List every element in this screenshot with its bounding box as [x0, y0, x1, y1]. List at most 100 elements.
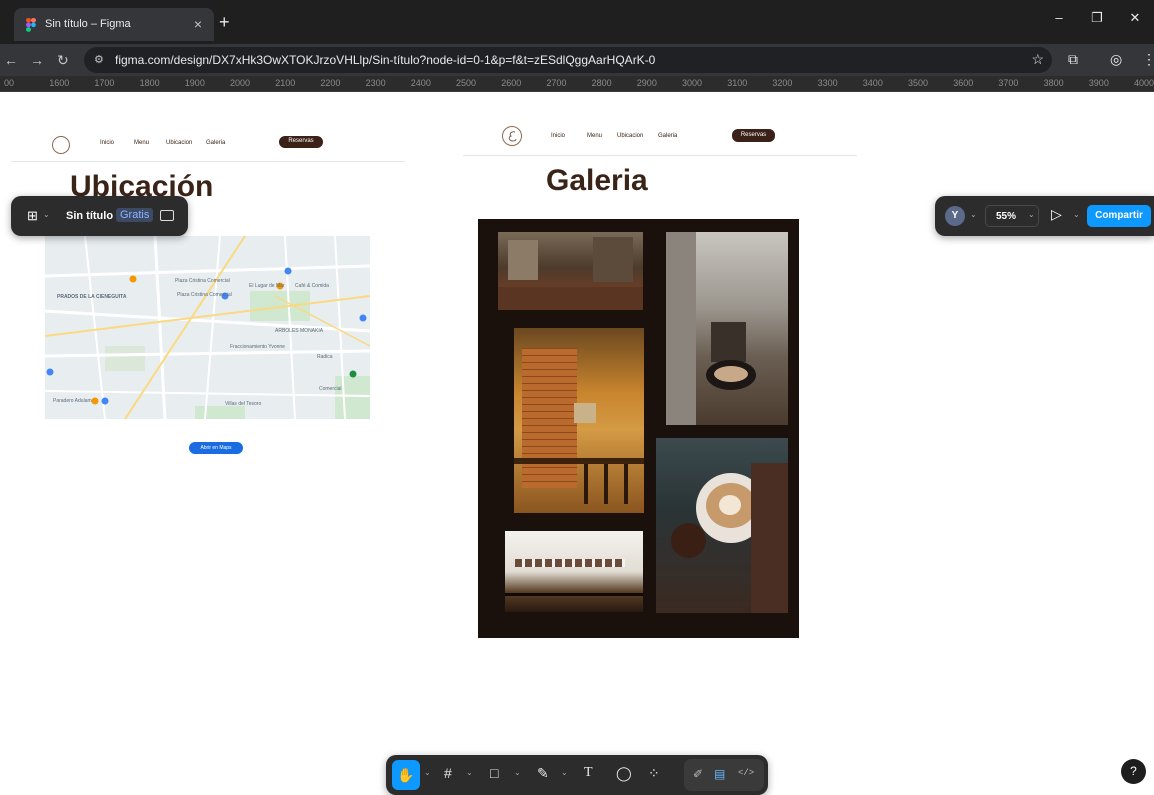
ruler-mark: 3800 — [1043, 78, 1064, 88]
ruler-mark: 3600 — [953, 78, 974, 88]
frame2-divider — [463, 155, 857, 156]
cafe-logo — [502, 126, 522, 146]
ruler-mark: 00 — [4, 78, 15, 88]
reload-icon[interactable]: ↻ — [57, 52, 69, 69]
reservas-button[interactable]: Reservas — [732, 129, 775, 142]
chevron-down-icon[interactable]: ⌄ — [970, 210, 977, 219]
map-label: Café & Comida — [295, 283, 329, 289]
hand-icon[interactable]: ✋ — [392, 760, 420, 790]
nav-galeria[interactable]: Galeria — [658, 133, 677, 139]
ruler-mark: 2200 — [320, 78, 341, 88]
page-title: Galeria — [546, 164, 648, 197]
close-icon[interactable]: × — [194, 16, 202, 32]
code-icon[interactable]: </> — [738, 768, 754, 778]
main-menu-icon[interactable]: ⊞ — [27, 208, 38, 224]
sidebar-toggle-icon[interactable] — [160, 210, 174, 221]
pen-icon[interactable]: ✎ — [537, 765, 549, 782]
ruler-mark: 3000 — [682, 78, 703, 88]
ruler-mark: 2300 — [365, 78, 386, 88]
browser-tab[interactable]: Sin título – Figma × — [14, 8, 214, 41]
components-icon[interactable]: ⁘ — [648, 765, 660, 782]
profile-icon[interactable]: ◎ — [1110, 51, 1122, 68]
ruler-mark: 1700 — [94, 78, 115, 88]
ruler-mark: 2900 — [636, 78, 657, 88]
gallery-photo-coffee[interactable] — [666, 232, 788, 425]
share-panel: Y ⌄ 55% ⌄ ▷ ⌄ Compartir — [935, 196, 1154, 236]
site-settings-icon[interactable]: ⚙ — [94, 53, 104, 66]
reservas-button[interactable]: Reservas — [279, 136, 323, 148]
zoom-select[interactable]: 55% ⌄ — [985, 205, 1039, 227]
figma-icon — [26, 18, 36, 32]
map-label: Villas del Tesoro — [225, 401, 262, 407]
file-name[interactable]: Sin título — [66, 210, 113, 222]
map-label: El Lugar de Mar — [249, 283, 285, 289]
avatar[interactable]: Y — [945, 206, 965, 226]
present-play-icon[interactable]: ▷ — [1051, 206, 1062, 223]
restore-button[interactable]: ❐ — [1078, 10, 1116, 26]
chevron-down-icon: ⌄ — [1028, 210, 1035, 219]
ruler-mark: 1800 — [139, 78, 160, 88]
browser-tab-bar: Sin título – Figma × + – ❐ ✕ — [0, 0, 1154, 44]
chevron-down-icon[interactable]: ⌄ — [43, 210, 50, 219]
extensions-icon[interactable]: ⧉ — [1068, 51, 1078, 68]
text-icon[interactable]: T — [584, 765, 593, 781]
nav-ubicacion[interactable]: Ubicacion — [617, 133, 643, 139]
rectangle-icon[interactable]: □ — [490, 765, 498, 781]
help-button[interactable]: ? — [1121, 759, 1146, 784]
map-label: Plaza Cristina Comercial — [175, 278, 230, 284]
ruler-mark: 3900 — [1088, 78, 1109, 88]
draw-icon[interactable]: ✐ — [693, 767, 703, 781]
ruler-mark: 3300 — [817, 78, 838, 88]
close-window-button[interactable]: ✕ — [1116, 10, 1154, 26]
gallery-photo-interior[interactable] — [498, 232, 643, 310]
ruler-mark: 3700 — [998, 78, 1019, 88]
nav-inicio[interactable]: Inicio — [100, 140, 114, 146]
ruler-mark: 1600 — [49, 78, 70, 88]
new-tab-button[interactable]: + — [219, 12, 230, 33]
ruler-mark: 2000 — [230, 78, 251, 88]
bookmark-star-icon[interactable]: ☆ — [1031, 51, 1044, 68]
gallery-photo-counter[interactable] — [505, 531, 643, 612]
map-label: Fraccionamiento Yvonne — [230, 344, 285, 350]
nav-ubicacion[interactable]: Ubicacion — [166, 140, 192, 146]
tab-title: Sin título – Figma — [45, 18, 131, 30]
gallery-photo-latte[interactable] — [656, 438, 788, 613]
chevron-down-icon[interactable]: ⌄ — [514, 768, 521, 777]
open-in-maps-button[interactable]: Abrir en Maps — [189, 442, 243, 454]
forward-icon[interactable]: → — [30, 52, 44, 68]
menu-kebab-icon[interactable]: ⋮ — [1142, 51, 1154, 68]
chevron-down-icon[interactable]: ⌄ — [1073, 210, 1080, 219]
photo-gallery — [478, 219, 799, 638]
file-panel: ⊞ ⌄ Sin título Gratis — [11, 196, 188, 236]
dev-mode-icon[interactable]: ▤ — [714, 767, 725, 781]
mode-switcher: ✐ ▤ </> — [684, 759, 764, 791]
gallery-photo-bar[interactable] — [514, 328, 644, 513]
nav-menu[interactable]: Menu — [134, 140, 149, 146]
url-text: figma.com/design/DX7xHk3OwXTOKJrzoVHLlp/… — [115, 53, 656, 67]
frame-icon[interactable]: # — [444, 765, 452, 781]
map-label: Paradero Adulam — [53, 398, 92, 404]
share-button[interactable]: Compartir — [1087, 205, 1151, 227]
frame1-divider — [11, 161, 405, 162]
chevron-down-icon[interactable]: ⌄ — [561, 768, 568, 777]
cafe-logo — [52, 136, 70, 154]
chevron-down-icon[interactable]: ⌄ — [424, 768, 431, 777]
ruler-mark: 2800 — [591, 78, 612, 88]
back-icon[interactable]: ← — [4, 52, 18, 68]
ruler-mark: 2500 — [456, 78, 477, 88]
figma-canvas[interactable]: Inicio Menu Ubicacion Galeria Reservas U… — [0, 92, 1154, 795]
nav-menu[interactable]: Menu — [587, 133, 602, 139]
ruler-mark: 3500 — [908, 78, 929, 88]
address-bar-row: ← → ↻ ⚙ figma.com/design/DX7xHk3OwXTOKJr… — [0, 44, 1154, 76]
url-field[interactable]: ⚙ figma.com/design/DX7xHk3OwXTOKJrzoVHLl… — [84, 47, 1052, 73]
chevron-down-icon[interactable]: ⌄ — [466, 768, 473, 777]
embedded-map[interactable]: PRADOS DE LA CIENEGUITA Radica Plaza Cri… — [45, 236, 370, 419]
nav-inicio[interactable]: Inicio — [551, 133, 565, 139]
comment-icon[interactable]: ◯ — [616, 765, 632, 782]
tool-toolbar: ✋ ⌄ # ⌄ □ ⌄ ✎ ⌄ T ◯ ⁘ ✐ ▤ </> — [386, 755, 768, 795]
ruler-mark: 2400 — [410, 78, 431, 88]
minimize-button[interactable]: – — [1040, 10, 1078, 25]
map-label: Comercial — [319, 386, 342, 392]
ruler-mark: 1900 — [184, 78, 205, 88]
nav-galeria[interactable]: Galeria — [206, 140, 225, 146]
